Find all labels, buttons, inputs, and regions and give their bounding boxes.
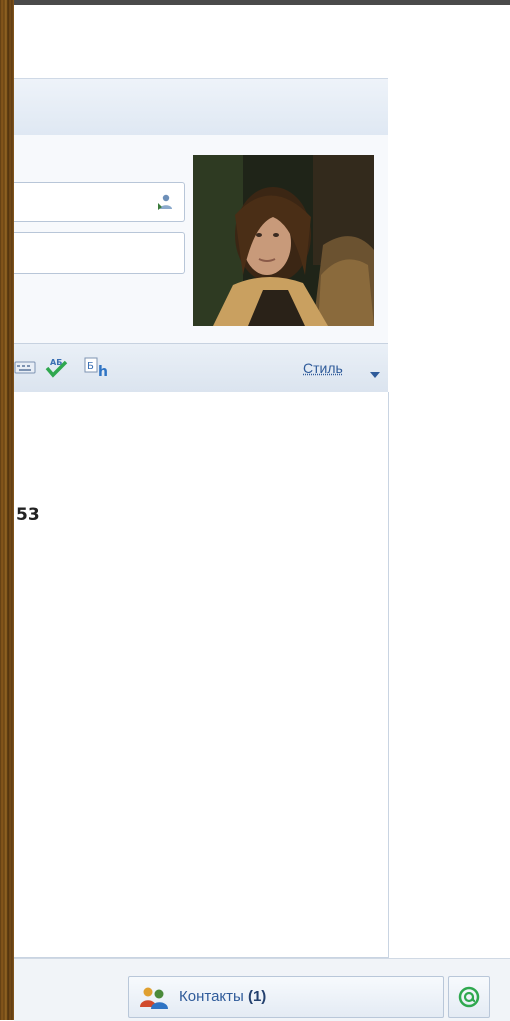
keyboard-icon[interactable]	[14, 356, 36, 378]
editor-toolbar: АБ Б h Стиль	[14, 343, 388, 393]
contacts-count: (1)	[247, 988, 267, 1005]
desktop-background-strip	[0, 0, 14, 1020]
svg-text:Б: Б	[87, 361, 94, 372]
online-status-icon	[458, 986, 480, 1013]
message-body-text: 53	[16, 505, 40, 525]
online-status-button[interactable]	[448, 976, 490, 1018]
contact-avatar-photo	[193, 155, 374, 326]
taskbar-edge	[14, 0, 510, 5]
contacts-label: Контакты (1)	[179, 988, 267, 1005]
svg-text:h: h	[98, 364, 108, 378]
subject-field[interactable]	[14, 232, 185, 274]
contacts-icon	[139, 985, 169, 1014]
window-header	[14, 78, 388, 136]
spellcheck-icon[interactable]: АБ	[44, 356, 74, 378]
to-field[interactable]	[14, 182, 185, 222]
contact-picker-icon[interactable]	[156, 193, 174, 211]
contacts-button[interactable]: Контакты (1)	[128, 976, 444, 1018]
style-menu-button[interactable]: Стиль	[303, 360, 343, 376]
translit-icon[interactable]: Б h	[84, 356, 118, 380]
style-dropdown-icon[interactable]	[370, 366, 380, 384]
message-editor[interactable]: 53	[14, 392, 389, 958]
